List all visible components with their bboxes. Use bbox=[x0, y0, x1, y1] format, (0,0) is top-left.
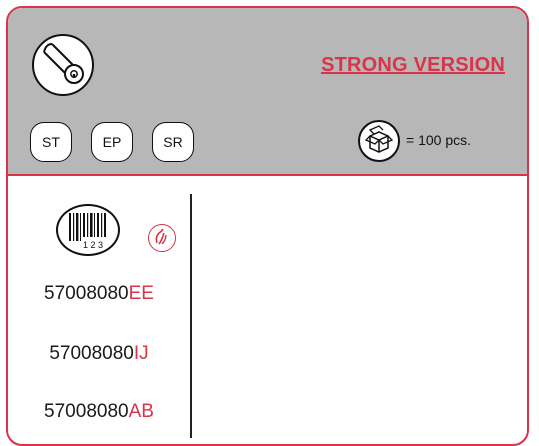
barcode-digits: 1 2 3 bbox=[83, 240, 103, 250]
card-header: STRONG VERSION ST EP SR = 100 pcs. bbox=[8, 8, 527, 176]
type-st-badge: ST bbox=[30, 122, 72, 162]
packaging-quantity: = 100 pcs. bbox=[406, 132, 471, 148]
hand-icon bbox=[148, 224, 176, 252]
box-icon bbox=[358, 120, 400, 162]
product-card: STRONG VERSION ST EP SR = 100 pcs. 1 2 3… bbox=[6, 6, 529, 446]
code-suffix: EE bbox=[128, 283, 154, 304]
product-code-row: 57008080EE bbox=[8, 283, 190, 305]
code-base: 57008080 bbox=[49, 343, 134, 364]
type-ep-badge: EP bbox=[91, 122, 133, 162]
column-divider bbox=[190, 194, 192, 438]
code-base: 57008080 bbox=[44, 401, 129, 422]
code-suffix: AB bbox=[128, 401, 154, 422]
cylinder-lock-icon bbox=[32, 34, 94, 96]
barcode-icon: 1 2 3 bbox=[56, 204, 120, 256]
product-code-row: 57008080IJ bbox=[8, 343, 190, 365]
code-base: 57008080 bbox=[44, 283, 129, 304]
version-title: STRONG VERSION bbox=[321, 54, 505, 76]
product-code-row: 57008080AB bbox=[8, 401, 190, 423]
code-suffix: IJ bbox=[133, 343, 149, 364]
type-sr-badge: SR bbox=[152, 122, 194, 162]
